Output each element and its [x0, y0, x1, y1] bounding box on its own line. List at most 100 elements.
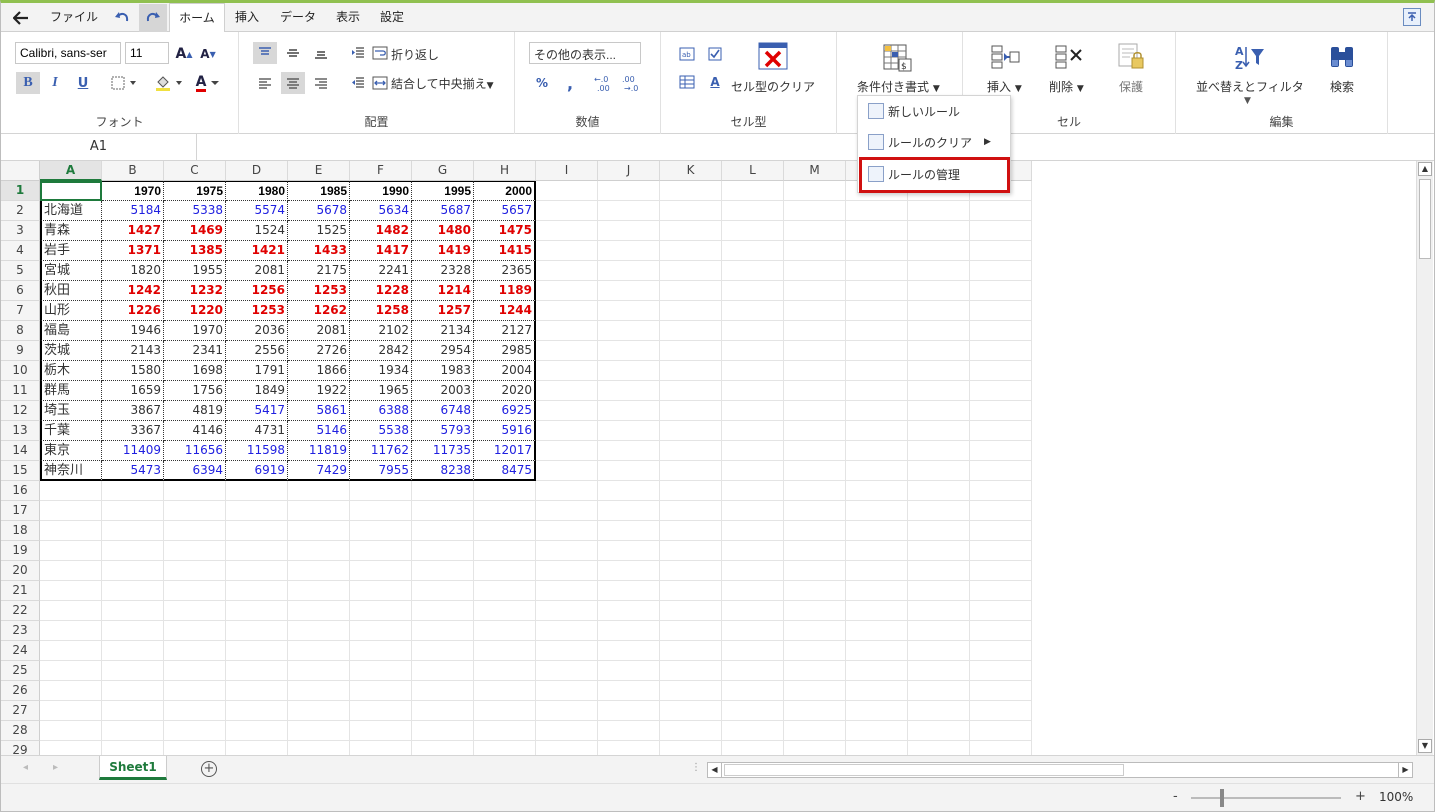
cell[interactable] — [784, 621, 846, 641]
value-cell[interactable]: 1256 — [226, 281, 288, 301]
cell[interactable] — [908, 581, 970, 601]
merge-center-icon[interactable] — [371, 72, 389, 94]
checkbox-style-icon[interactable] — [705, 44, 725, 64]
cell[interactable] — [102, 721, 164, 741]
column-header-m[interactable]: M — [784, 161, 846, 181]
cell[interactable] — [40, 601, 102, 621]
cell[interactable] — [536, 261, 598, 281]
cell[interactable] — [474, 661, 536, 681]
value-cell[interactable]: 1791 — [226, 361, 288, 381]
prefecture-name-cell[interactable]: 栃木 — [40, 361, 102, 381]
value-cell[interactable]: 1756 — [164, 381, 226, 401]
row-header-28[interactable]: 28 — [1, 721, 40, 741]
cell[interactable] — [598, 181, 660, 201]
value-cell[interactable]: 1253 — [288, 281, 350, 301]
row-header-26[interactable]: 26 — [1, 681, 40, 701]
cell[interactable] — [970, 641, 1032, 661]
value-cell[interactable]: 4146 — [164, 421, 226, 441]
value-cell[interactable]: 1220 — [164, 301, 226, 321]
value-cell[interactable]: 1955 — [164, 261, 226, 281]
row-header-3[interactable]: 3 — [1, 221, 40, 241]
cell[interactable] — [784, 561, 846, 581]
cell[interactable] — [350, 501, 412, 521]
prefecture-name-cell[interactable]: 北海道 — [40, 201, 102, 221]
cell[interactable] — [598, 621, 660, 641]
cell[interactable] — [908, 381, 970, 401]
cell[interactable] — [908, 521, 970, 541]
cell[interactable] — [40, 581, 102, 601]
cell[interactable] — [598, 501, 660, 521]
cell[interactable] — [412, 481, 474, 501]
binoculars-icon[interactable] — [1326, 42, 1358, 72]
value-cell[interactable]: 1417 — [350, 241, 412, 261]
underline-button[interactable]: U — [71, 72, 95, 94]
year-header-cell[interactable]: 1970 — [102, 181, 164, 201]
cell[interactable] — [102, 521, 164, 541]
value-cell[interactable]: 2842 — [350, 341, 412, 361]
tab-home[interactable]: ホーム — [169, 3, 225, 33]
value-cell[interactable]: 8238 — [412, 461, 474, 481]
cell[interactable] — [598, 481, 660, 501]
cell[interactable] — [536, 561, 598, 581]
cell[interactable] — [970, 501, 1032, 521]
cell[interactable] — [660, 561, 722, 581]
cell[interactable] — [536, 301, 598, 321]
cell[interactable] — [598, 341, 660, 361]
cell[interactable] — [908, 321, 970, 341]
column-header-g[interactable]: G — [412, 161, 474, 181]
cell[interactable] — [908, 201, 970, 221]
cell[interactable] — [598, 461, 660, 481]
cell[interactable] — [660, 421, 722, 441]
cell[interactable] — [536, 481, 598, 501]
value-cell[interactable]: 2556 — [226, 341, 288, 361]
value-cell[interactable]: 1421 — [226, 241, 288, 261]
cell[interactable] — [102, 501, 164, 521]
value-cell[interactable]: 2004 — [474, 361, 536, 381]
scroll-left-icon[interactable]: ◀ — [708, 763, 722, 777]
cell[interactable] — [722, 641, 784, 661]
prefecture-name-cell[interactable]: 千葉 — [40, 421, 102, 441]
cell[interactable] — [660, 241, 722, 261]
value-cell[interactable]: 1232 — [164, 281, 226, 301]
prefecture-name-cell[interactable]: 福島 — [40, 321, 102, 341]
value-cell[interactable]: 2365 — [474, 261, 536, 281]
cell[interactable] — [598, 641, 660, 661]
cell[interactable] — [598, 541, 660, 561]
cell[interactable] — [536, 501, 598, 521]
cell[interactable] — [598, 521, 660, 541]
cell[interactable] — [474, 581, 536, 601]
cell[interactable] — [846, 421, 908, 441]
value-cell[interactable]: 1482 — [350, 221, 412, 241]
value-cell[interactable]: 5473 — [102, 461, 164, 481]
cell[interactable] — [40, 661, 102, 681]
cell[interactable] — [970, 281, 1032, 301]
wrap-text-icon[interactable] — [371, 42, 389, 64]
cell[interactable] — [784, 501, 846, 521]
value-cell[interactable]: 3367 — [102, 421, 164, 441]
cell[interactable] — [846, 401, 908, 421]
cell[interactable] — [908, 341, 970, 361]
value-cell[interactable]: 2241 — [350, 261, 412, 281]
cell[interactable] — [660, 661, 722, 681]
row-header-9[interactable]: 9 — [1, 341, 40, 361]
cell[interactable] — [846, 561, 908, 581]
format-table-icon[interactable]: ab — [677, 44, 697, 64]
cell[interactable] — [784, 541, 846, 561]
border-icon[interactable] — [109, 72, 141, 94]
value-cell[interactable]: 1427 — [102, 221, 164, 241]
cell[interactable] — [164, 601, 226, 621]
cell[interactable] — [474, 481, 536, 501]
value-cell[interactable]: 5338 — [164, 201, 226, 221]
cell[interactable] — [598, 301, 660, 321]
vertical-scrollbar[interactable]: ▲ ▼ — [1416, 161, 1433, 755]
cell[interactable] — [846, 201, 908, 221]
value-cell[interactable]: 6919 — [226, 461, 288, 481]
cell[interactable] — [102, 561, 164, 581]
cell[interactable] — [350, 621, 412, 641]
cell[interactable] — [970, 581, 1032, 601]
font-size-select[interactable]: 11 — [125, 42, 169, 64]
font-name-select[interactable]: Calibri, sans-ser — [15, 42, 121, 64]
align-center-icon[interactable] — [281, 72, 305, 94]
value-cell[interactable]: 2127 — [474, 321, 536, 341]
cell[interactable] — [722, 261, 784, 281]
